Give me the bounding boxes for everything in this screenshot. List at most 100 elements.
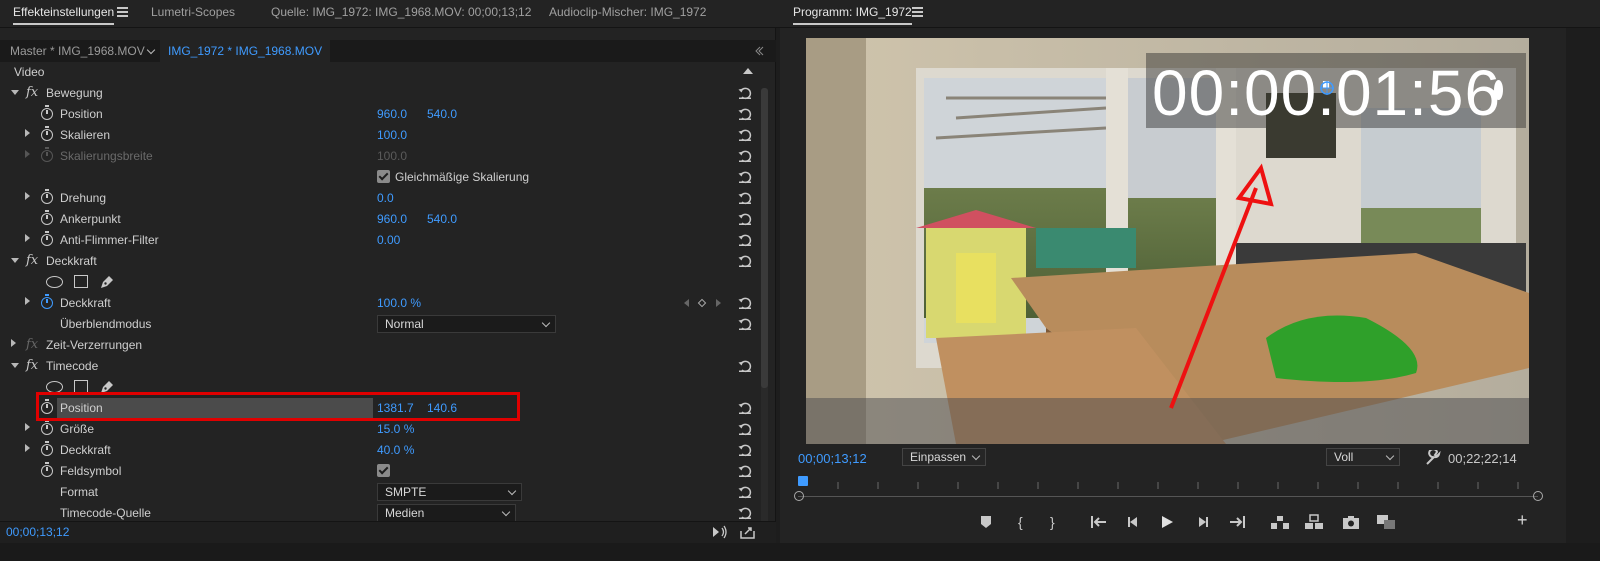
deckkraft-value[interactable]: 100.0 % [377, 296, 421, 310]
reset-icon[interactable] [738, 506, 752, 520]
reset-icon[interactable] [738, 443, 752, 457]
groesse-value[interactable]: 15.0 % [377, 422, 414, 436]
sequence-clip-tab[interactable]: IMG_1972 * IMG_1968.MOV [160, 40, 331, 62]
export-icon[interactable] [740, 525, 755, 539]
reset-icon[interactable] [738, 401, 752, 415]
current-time-display[interactable]: 00;00;13;12 [6, 525, 69, 539]
compare-view-icon[interactable] [1376, 514, 1396, 530]
reset-icon[interactable] [738, 128, 752, 142]
stopwatch-icon[interactable] [41, 210, 53, 225]
zoom-scrollbar-track[interactable] [798, 496, 1538, 497]
disclosure-closed-icon[interactable] [25, 444, 30, 452]
stopwatch-icon[interactable] [41, 231, 53, 246]
pen-mask-icon[interactable] [99, 274, 115, 290]
disclosure-closed-icon[interactable] [25, 234, 30, 242]
playback-resolution-dropdown[interactable]: Voll [1326, 448, 1400, 466]
extract-icon[interactable] [1304, 514, 1324, 530]
step-forward-icon[interactable] [1196, 514, 1210, 530]
reset-icon[interactable] [738, 422, 752, 436]
wrench-icon[interactable] [1425, 450, 1441, 466]
mark-out-icon[interactable]: } [1050, 514, 1055, 530]
scrollbar-thumb[interactable] [761, 88, 768, 388]
lift-icon[interactable] [1270, 514, 1290, 530]
rectangle-mask-icon[interactable] [74, 275, 88, 288]
stopwatch-icon[interactable] [41, 105, 53, 120]
position-y-value[interactable]: 540.0 [427, 107, 457, 121]
reset-icon[interactable] [738, 296, 752, 310]
tab-audio-mixer[interactable]: Audioclip-Mischer: IMG_1972 [549, 0, 706, 28]
zoom-handle-left[interactable] [794, 491, 804, 501]
uniform-scale-checkbox[interactable] [377, 170, 390, 183]
disclosure-closed-icon[interactable] [11, 339, 16, 347]
stopwatch-icon[interactable] [41, 126, 53, 141]
reset-icon[interactable] [738, 254, 752, 268]
collapse-timeline-icon[interactable] [754, 46, 764, 56]
anker-x-value[interactable]: 960.0 [377, 212, 407, 226]
drehung-value[interactable]: 0.0 [377, 191, 394, 205]
mark-in-icon[interactable]: { [1018, 514, 1023, 530]
skalieren-value[interactable]: 100.0 [377, 128, 407, 142]
anker-y-value[interactable]: 540.0 [427, 212, 457, 226]
tab-program[interactable]: Programm: IMG_1972 [793, 0, 912, 28]
reset-icon[interactable] [738, 212, 752, 226]
disclosure-open-icon[interactable] [11, 90, 19, 95]
reset-icon[interactable] [738, 170, 752, 184]
feldsymbol-checkbox[interactable] [377, 464, 390, 477]
stopwatch-icon[interactable] [41, 294, 53, 309]
go-to-in-icon[interactable] [1090, 514, 1108, 530]
zoom-handle-right[interactable] [1533, 491, 1543, 501]
reset-icon[interactable] [738, 233, 752, 247]
ellipse-mask-icon[interactable] [46, 276, 63, 288]
stopwatch-icon[interactable] [41, 189, 53, 204]
reset-icon[interactable] [738, 485, 752, 499]
effect-zeit-header[interactable]: fx Zeit-Verzerrungen [0, 335, 764, 356]
disclosure-closed-icon[interactable] [25, 297, 30, 305]
effect-timecode-header[interactable]: fx Timecode [0, 356, 764, 377]
reset-icon[interactable] [738, 107, 752, 121]
prev-keyframe-icon[interactable] [684, 299, 689, 307]
reset-icon[interactable] [738, 317, 752, 331]
reset-icon[interactable] [738, 86, 752, 100]
fx-icon[interactable]: fx [26, 253, 38, 268]
fx-icon[interactable]: fx [26, 358, 38, 373]
stopwatch-icon[interactable] [41, 441, 53, 456]
stopwatch-icon[interactable] [41, 462, 53, 477]
reset-icon[interactable] [738, 191, 752, 205]
program-video-frame[interactable]: 00:00:01:56 [806, 38, 1529, 444]
fx-icon[interactable]: fx [26, 337, 38, 352]
program-current-time[interactable]: 00;00;13;12 [798, 451, 867, 466]
add-keyframe-icon[interactable] [697, 298, 707, 308]
step-back-icon[interactable] [1126, 514, 1140, 530]
blend-mode-dropdown[interactable]: Normal [377, 315, 556, 333]
add-marker-icon[interactable] [979, 514, 993, 530]
position-x-value[interactable]: 960.0 [377, 107, 407, 121]
disclosure-open-icon[interactable] [11, 258, 19, 263]
effect-deckkraft-header[interactable]: fx Deckkraft [0, 251, 764, 272]
fit-zoom-dropdown[interactable]: Einpassen [902, 448, 986, 466]
camera-icon[interactable] [1342, 514, 1360, 530]
reset-icon[interactable] [738, 464, 752, 478]
reset-icon[interactable] [738, 359, 752, 373]
scroll-up-icon[interactable] [743, 68, 753, 74]
play-audio-icon[interactable] [712, 525, 728, 539]
reset-icon[interactable] [738, 149, 752, 163]
program-panel-menu-icon[interactable] [912, 7, 923, 17]
stopwatch-icon[interactable] [41, 420, 53, 435]
tab-source[interactable]: Quelle: IMG_1972: IMG_1968.MOV: 00;00;13… [271, 0, 531, 28]
timecode-source-dropdown[interactable]: Medien [377, 504, 516, 522]
next-keyframe-icon[interactable] [716, 299, 721, 307]
playhead[interactable] [798, 476, 808, 486]
time-ruler[interactable] [798, 476, 1538, 490]
anchor-crosshair-icon[interactable] [1319, 80, 1335, 96]
add-button-icon[interactable]: + [1517, 510, 1528, 530]
format-dropdown[interactable]: SMPTE [377, 483, 522, 501]
go-to-out-icon[interactable] [1228, 514, 1246, 530]
effect-bewegung-header[interactable]: fx Bewegung [0, 83, 764, 104]
chevron-down-icon[interactable] [146, 45, 156, 55]
tab-lumetri-scopes[interactable]: Lumetri-Scopes [151, 0, 235, 28]
play-icon[interactable] [1160, 514, 1174, 530]
master-clip-tab[interactable]: Master * IMG_1968.MOV [10, 40, 145, 62]
disclosure-closed-icon[interactable] [25, 423, 30, 431]
tab-effekteinstellungen[interactable]: Effekteinstellungen [13, 0, 115, 28]
panel-menu-icon[interactable] [117, 7, 128, 17]
